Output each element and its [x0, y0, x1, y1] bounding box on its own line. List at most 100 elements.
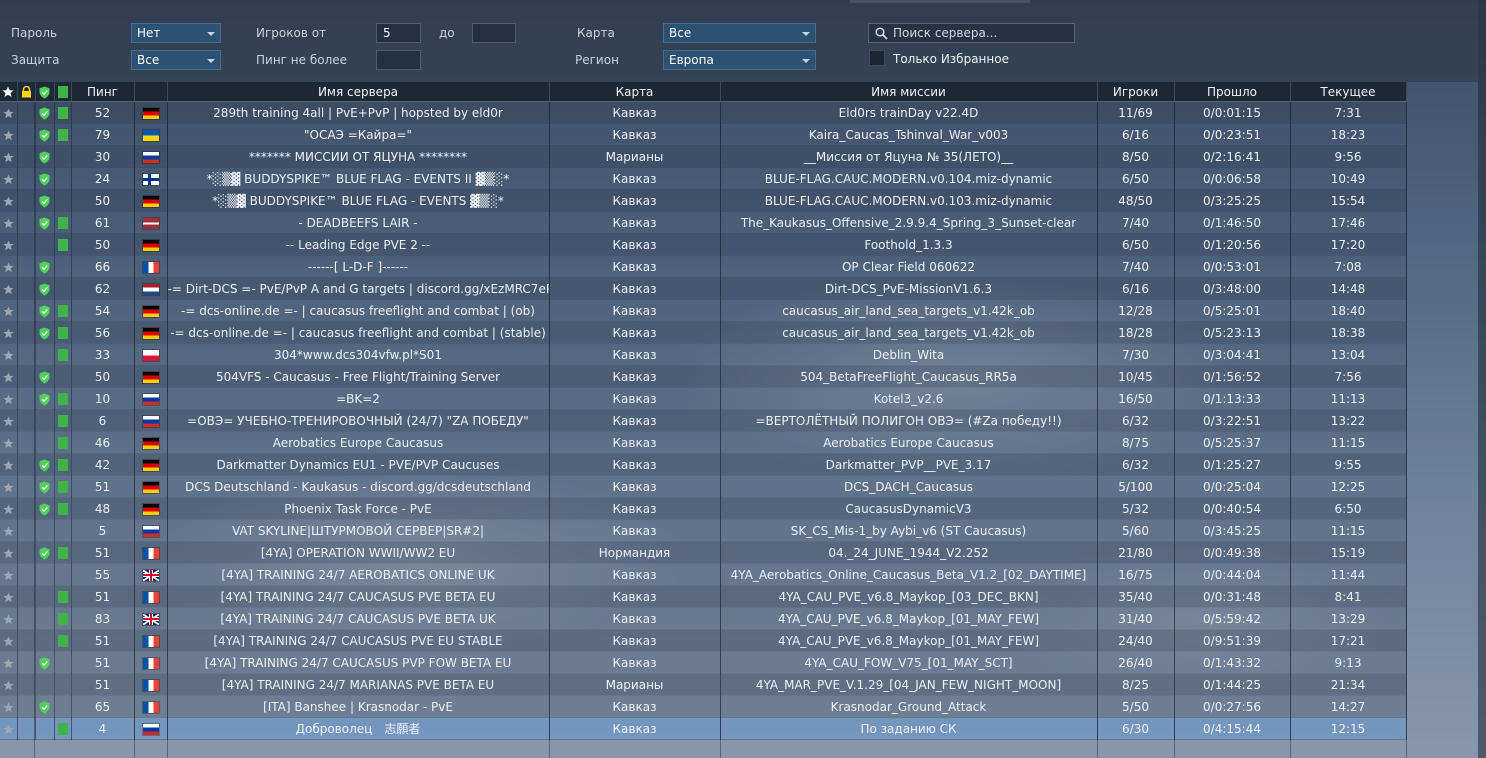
table-row[interactable]: 51 [4YA] OPERATION WWII/WW2 EU Нормандия 04…	[0, 541, 1407, 564]
ping-cell: 51	[71, 541, 135, 564]
password-cell	[17, 255, 36, 278]
ping-cell: 46	[71, 431, 135, 454]
favorite-cell[interactable]	[0, 563, 18, 586]
shield-icon	[39, 86, 50, 98]
table-row[interactable]: 51 [4YA] TRAINING 24/7 CAUCASUS PVE EU ST…	[0, 629, 1407, 652]
server-name-cell: =BK=2	[167, 387, 550, 410]
status-column-header[interactable]	[54, 82, 72, 102]
favorites-checkbox[interactable]	[869, 50, 885, 66]
elapsed-column-header[interactable]: Прошло	[1174, 82, 1291, 102]
server-name-cell: - DEADBEEFS LAIR -	[167, 211, 550, 234]
favorite-cell[interactable]	[0, 585, 18, 608]
table-row[interactable]: 48 Phoenix Task Force - PvE Кавказ Caucasus…	[0, 497, 1407, 520]
players-cell: 7/30	[1097, 343, 1175, 366]
region-dropdown[interactable]: Европа	[663, 50, 816, 70]
favorite-cell[interactable]	[0, 717, 18, 740]
table-row[interactable]: 55 [4YA] TRAINING 24/7 AEROBATICS ONLINE …	[0, 563, 1407, 586]
password-column-header[interactable]	[17, 82, 36, 102]
favorite-cell[interactable]	[0, 233, 18, 256]
table-row[interactable]: 51 [4YA] TRAINING 24/7 CAUCASUS PVE BETA …	[0, 585, 1407, 608]
favorite-cell[interactable]	[0, 607, 18, 630]
favorite-cell[interactable]	[0, 409, 18, 432]
ping-max-input[interactable]	[376, 50, 421, 70]
password-dropdown[interactable]: Нет	[131, 23, 221, 43]
table-row[interactable]: 24 *░▒▓ BUDDYSPIKE™ BLUE FLAG - EVENTS II…	[0, 167, 1407, 190]
elapsed-cell: 0/3:45:25	[1174, 519, 1291, 542]
favorite-cell[interactable]	[0, 453, 18, 476]
favorite-cell[interactable]	[0, 123, 18, 146]
players-cell: 48/50	[1097, 189, 1175, 212]
favorite-cell[interactable]	[0, 167, 18, 190]
favorite-cell[interactable]	[0, 673, 18, 696]
scrollbar[interactable]	[1478, 0, 1486, 758]
favorite-cell[interactable]	[0, 541, 18, 564]
table-row[interactable]: 50 *░▒▓ BUDDYSPIKE™ BLUE FLAG - EVENTS ▓▒…	[0, 189, 1407, 212]
table-row[interactable]: 46 Aerobatics Europe Caucasus Кавказ Aeroba…	[0, 431, 1407, 454]
table-row[interactable]: 62 -= Dirt-DCS =- PvE/PvP A and G targets…	[0, 277, 1407, 300]
table-row[interactable]: 33 304*www.dcs304vfw.pl*S01 Кавказ Deblin_W…	[0, 343, 1407, 366]
current-column-header[interactable]: Текущее	[1290, 82, 1407, 102]
search-input[interactable]: Поиск сервера...	[868, 23, 1075, 43]
table-row[interactable]: 51 [4YA] TRAINING 24/7 CAUCASUS PVP FOW B…	[0, 651, 1407, 674]
favorite-cell[interactable]	[0, 629, 18, 652]
table-row[interactable]: 51 DCS Deutschland - Kaukasus - discord.g…	[0, 475, 1407, 498]
favorite-cell[interactable]	[0, 695, 18, 718]
star-icon	[3, 415, 14, 426]
table-row[interactable]: 50 -- Leading Edge PVE 2 -- Кавказ Foothold…	[0, 233, 1407, 256]
table-row[interactable]: 83 [4YA] TRAINING 24/7 CAUCASUS PVE BETA …	[0, 607, 1407, 630]
favorite-cell[interactable]	[0, 101, 18, 124]
table-row[interactable]: 50 504VFS - Caucasus - Free Flight/Traini…	[0, 365, 1407, 388]
favorite-cell[interactable]	[0, 145, 18, 168]
players-from-input[interactable]: 5	[376, 23, 421, 43]
favorite-cell[interactable]	[0, 211, 18, 234]
table-row[interactable]: 30 ******* МИССИИ ОТ ЯЦУНА ******** Мариан…	[0, 145, 1407, 168]
favorite-cell[interactable]	[0, 431, 18, 454]
map-dropdown[interactable]: Все	[663, 23, 816, 43]
table-header: Пинг Имя сервера Карта Имя миссии Игроки…	[0, 82, 1407, 102]
table-row[interactable]: 61 - DEADBEEFS LAIR - Кавказ The_Kaukasus_O…	[0, 211, 1407, 234]
table-row-selected[interactable]: 4 Доброволец 志願者 Кавказ По заданию СК 6/30 0/…	[0, 717, 1407, 740]
map-cell: Кавказ	[549, 299, 721, 322]
table-row[interactable]: 52 289th training 4all | PvE+PvP | hopste…	[0, 101, 1407, 124]
favorite-cell[interactable]	[0, 277, 18, 300]
favorite-cell[interactable]	[0, 343, 18, 366]
protection-column-header[interactable]	[35, 82, 55, 102]
table-row[interactable]: 5 VAT SKYLINE|ШТУРМОВОЙ СЕРВЕР|SR#2| Кавка…	[0, 519, 1407, 542]
table-row[interactable]: 6 =ОВЭ= УЧЕБНО-ТРЕНИРОВОЧНЫЙ (24/7) "ZA П…	[0, 409, 1407, 432]
favorite-cell[interactable]	[0, 321, 18, 344]
favorite-cell[interactable]	[0, 651, 18, 674]
password-cell	[17, 387, 36, 410]
players-to-input[interactable]	[472, 23, 516, 43]
table-row[interactable]: 10 =BK=2 Кавказ Kotel3_v2.6 16/50 0/1:13:33 11…	[0, 387, 1407, 410]
favorite-cell[interactable]	[0, 497, 18, 520]
ping-cell: 48	[71, 497, 135, 520]
server-name-cell: Aerobatics Europe Caucasus	[167, 431, 550, 454]
table-row[interactable]: 56 -= dcs-online.de =- | caucasus freefli…	[0, 321, 1407, 344]
map-column-header[interactable]: Карта	[549, 82, 721, 102]
mission-column-header[interactable]: Имя миссии	[720, 82, 1098, 102]
ping-column-header[interactable]: Пинг	[71, 82, 135, 102]
star-icon	[3, 393, 14, 404]
protection-cell	[35, 629, 55, 652]
table-row[interactable]: 54 -= dcs-online.de =- | caucasus freefli…	[0, 299, 1407, 322]
table-row[interactable]: 66 ------[ L-D-F ]------ Кавказ OP Clear Fi…	[0, 255, 1407, 278]
favorite-column-header[interactable]	[0, 82, 18, 102]
table-row[interactable]: 42 Darkmatter Dynamics EU1 - PVE/PVP Cauc…	[0, 453, 1407, 476]
protection-cell	[35, 453, 55, 476]
shield-icon	[39, 173, 50, 185]
favorite-cell[interactable]	[0, 519, 18, 542]
flag-column-header[interactable]	[134, 82, 168, 102]
favorite-cell[interactable]	[0, 387, 18, 410]
favorite-cell[interactable]	[0, 475, 18, 498]
table-row[interactable]: 79 "ОСАЭ =Кайра=" Кавказ Kaira_Caucas_Tshin…	[0, 123, 1407, 146]
favorite-cell[interactable]	[0, 255, 18, 278]
table-row[interactable]: 65 [ITA] Banshee | Krasnodar - PvE Кавказ K…	[0, 695, 1407, 718]
favorite-cell[interactable]	[0, 189, 18, 212]
favorite-cell[interactable]	[0, 365, 18, 388]
server-name-column-header[interactable]: Имя сервера	[167, 82, 550, 102]
password-cell	[17, 277, 36, 300]
favorite-cell[interactable]	[0, 299, 18, 322]
table-row[interactable]: 51 [4YA] TRAINING 24/7 MARIANAS PVE BETA …	[0, 673, 1407, 696]
players-column-header[interactable]: Игроки	[1097, 82, 1175, 102]
protection-dropdown[interactable]: Все	[131, 50, 221, 70]
